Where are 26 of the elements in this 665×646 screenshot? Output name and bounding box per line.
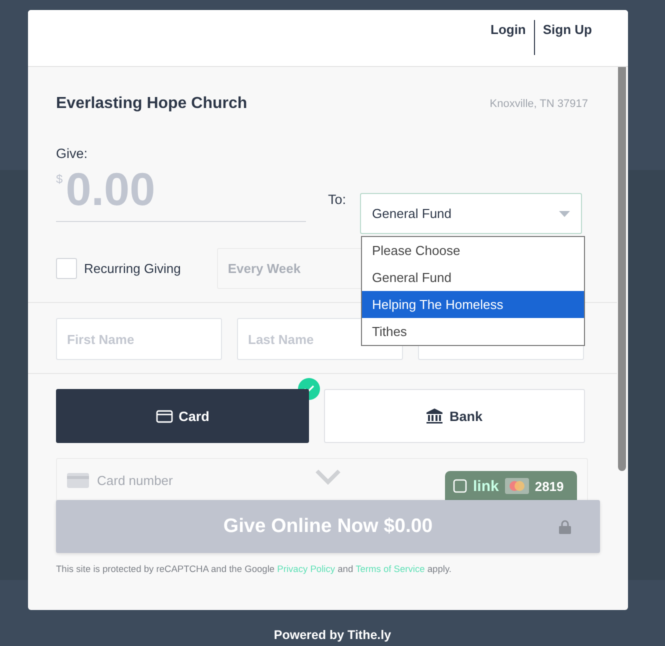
recaptcha-notice: This site is protected by reCAPTCHA and the Google Privacy Policy and Terms of Service apply.	[56, 564, 452, 574]
payment-method-tab[interactable]: Bank	[324, 389, 585, 443]
card-brand-icon	[504, 478, 529, 494]
recurring-label: Recurring Giving	[84, 261, 181, 276]
payment-method-tab[interactable]: Card	[56, 389, 309, 443]
recurring-checkbox[interactable]	[56, 258, 77, 279]
to-label: To:	[328, 192, 346, 207]
link-label: link	[473, 478, 499, 494]
header-link[interactable]: Login	[482, 10, 534, 66]
powered-by-text: Powered by Tithe.ly	[274, 628, 392, 642]
organization-name: Everlasting Hope Church	[56, 95, 248, 113]
scrollbar-thumb[interactable]	[618, 67, 626, 471]
checkbox-icon	[453, 479, 467, 493]
caret-icon	[559, 210, 570, 216]
chevron-down-icon[interactable]	[315, 469, 341, 485]
bank-icon	[426, 408, 444, 424]
lock-icon	[559, 520, 571, 534]
credit-card-icon	[156, 410, 173, 422]
header-link[interactable]: Sign Up	[534, 10, 600, 66]
give-label: Give:	[56, 146, 88, 161]
organization-location: Knoxville, TN 37917	[490, 98, 588, 110]
link-badge[interactable]: link 2819	[445, 471, 577, 501]
fund-option[interactable]: Helping The Homeless	[362, 291, 584, 318]
card-last-digits: 2819	[534, 478, 564, 494]
credit-card-icon	[67, 472, 89, 488]
fund-select[interactable]: General Fund	[360, 193, 582, 234]
